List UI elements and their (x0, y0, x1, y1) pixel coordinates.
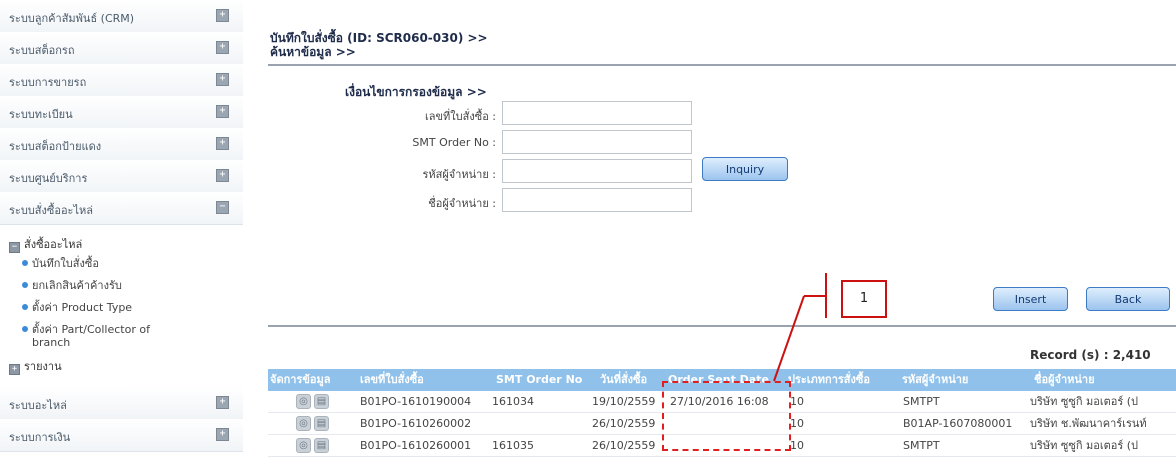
annotation-highlight-box (662, 381, 791, 451)
annotation-number: 1 (859, 291, 869, 306)
annotation-leader-line (773, 273, 827, 382)
annotation-callout: 1 (841, 280, 887, 318)
